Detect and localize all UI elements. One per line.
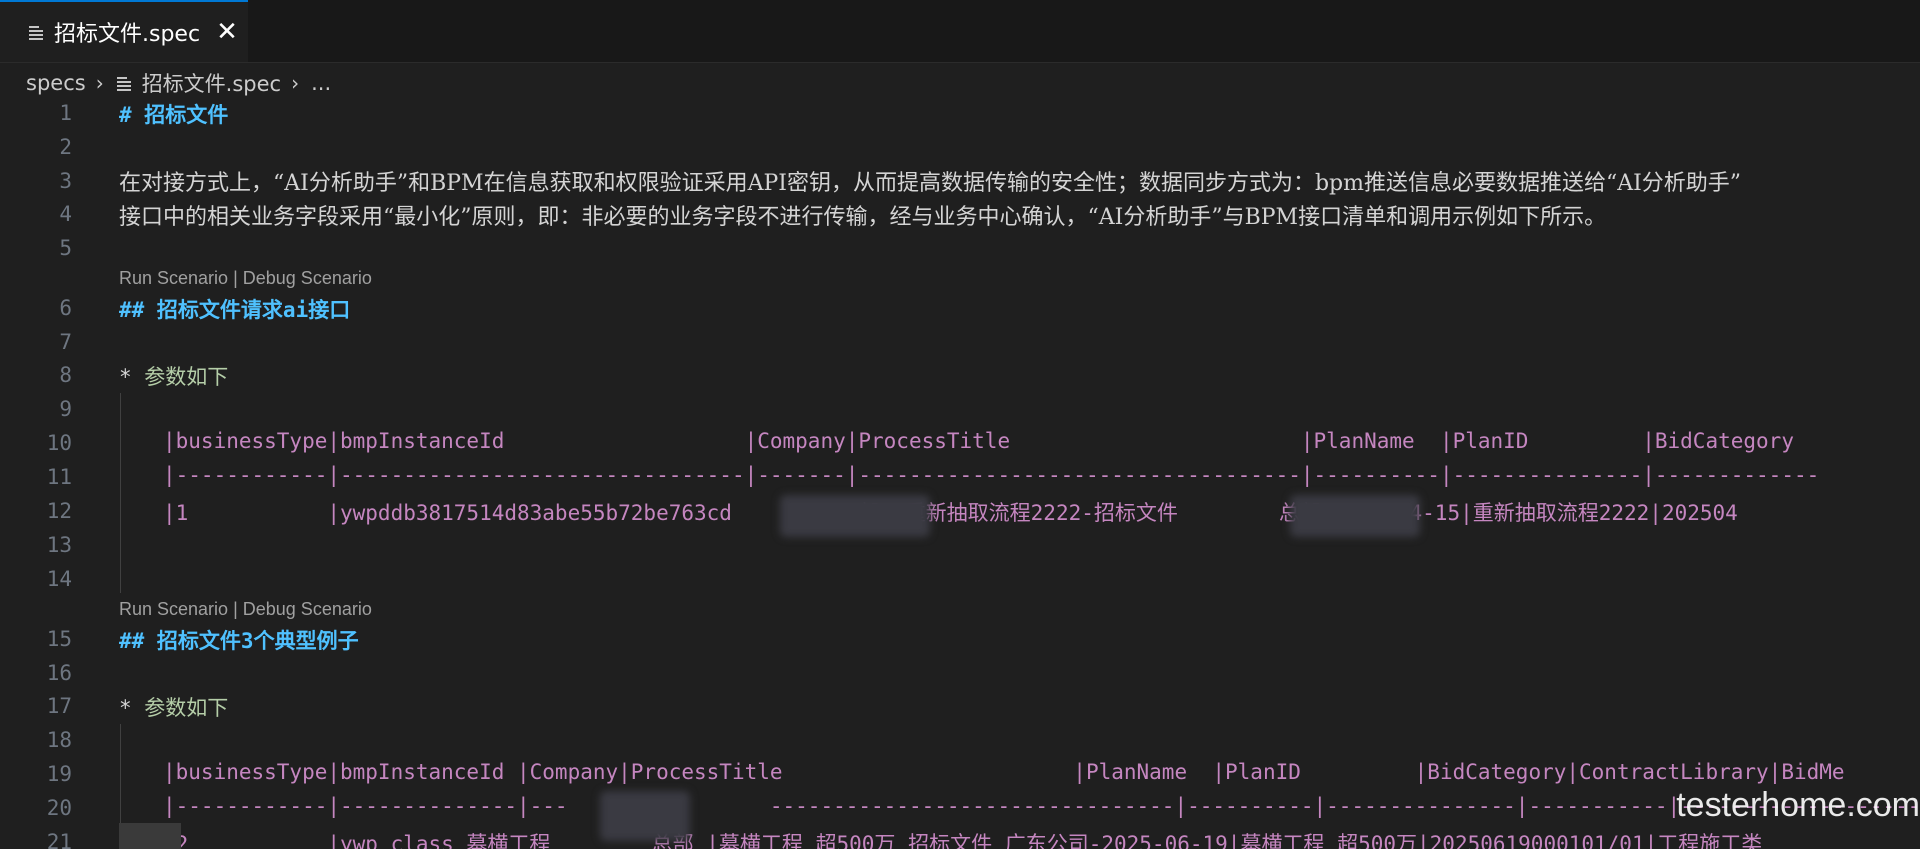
debug-scenario-link[interactable]: Debug Scenario [243,268,372,288]
breadcrumb-more[interactable]: ... [311,71,331,95]
bullet-text: 参数如下 [144,365,229,389]
close-icon[interactable]: ✕ [216,17,238,47]
redaction [1290,495,1420,537]
line-number: 15 [46,627,72,651]
line-number: 5 [59,236,72,260]
breadcrumb-file-label: 招标文件.spec [141,72,282,96]
line-number: 21 [46,830,72,849]
watermark: testerhome.com [1676,786,1920,824]
codelens-divider: | [228,268,243,288]
heading-line: ## 招标文件请求ai接口 [119,298,351,322]
heading-line: ## 招标文件3个典型例子 [119,629,359,653]
heading-line: # 招标文件 [119,103,229,127]
run-scenario-link[interactable]: Run Scenario [119,268,228,288]
line-number: 3 [59,169,72,193]
scroll-corner [119,823,181,849]
line-number: 12 [46,499,72,523]
bullet-text: 参数如下 [144,696,229,720]
line-number: 2 [59,135,72,159]
breadcrumb-file[interactable]: 招标文件.spec [116,68,281,98]
bullet-line: * 参数如下 [119,361,228,391]
editor-tab-bar: 招标文件.spec ✕ [0,0,1920,63]
bullet-marker: * [119,696,145,720]
line-number: 9 [59,397,72,421]
table-separator-row: |------------|--------------------------… [163,463,1820,487]
codelens-divider: | [228,599,243,619]
breadcrumb-folder[interactable]: specs [26,71,86,95]
redaction [780,495,930,537]
table-separator-row: |------------|--------------|--- -------… [163,794,1920,818]
tab-label: 招标文件.spec [54,22,201,47]
line-number: 8 [59,363,72,387]
debug-scenario-link[interactable]: Debug Scenario [243,599,372,619]
bullet-marker: * [119,365,145,389]
line-number: 10 [46,431,72,455]
table-header-row: |businessType|bmpInstanceId |Company|Pro… [163,429,1794,453]
prose-line: 接口中的相关业务字段采用“最小化”原则，即：非必要的业务字段不进行传输，经与业务… [119,205,1607,230]
file-lines-icon [116,75,132,91]
tab-spec-file[interactable]: 招标文件.spec ✕ [0,0,248,62]
line-number: 14 [46,567,72,591]
code-editor[interactable]: 1 2 3 4 5 6 7 8 9 10 11 12 13 14 15 16 1… [0,103,1920,849]
file-lines-icon [28,24,44,40]
chevron-right-icon: › [95,71,104,95]
line-number: 7 [59,330,72,354]
table-row: |2 |ywp_class 墓横工程 总部 |墓横工程 超500万 招标文件 广… [163,832,1763,849]
codelens: Run Scenario | Debug Scenario [119,268,372,289]
redaction [600,791,690,841]
breadcrumb: specs › 招标文件.spec › ... [0,63,1920,103]
line-number: 1 [59,103,72,125]
line-number: 19 [46,762,72,786]
table-header-row: |businessType|bmpInstanceId |Company|Pro… [163,760,1845,784]
line-number: 17 [46,694,72,718]
line-number: 11 [46,465,72,489]
line-number: 6 [59,296,72,320]
bullet-line: * 参数如下 [119,692,228,722]
line-number: 13 [46,533,72,557]
indent-guide [120,393,121,593]
prose-line: 在对接方式上，“AI分析助手”和BPM在信息获取和权限验证采用API密钥，从而提… [119,171,1742,196]
line-number: 4 [59,202,72,226]
line-number: 16 [46,661,72,685]
chevron-right-icon: › [291,71,300,95]
codelens: Run Scenario | Debug Scenario [119,599,372,620]
table-row: |1 |ywpddb3817514d83abe55b72be763cd 部 |重… [163,501,1738,525]
line-number: 20 [46,796,72,820]
line-number: 18 [46,728,72,752]
run-scenario-link[interactable]: Run Scenario [119,599,228,619]
